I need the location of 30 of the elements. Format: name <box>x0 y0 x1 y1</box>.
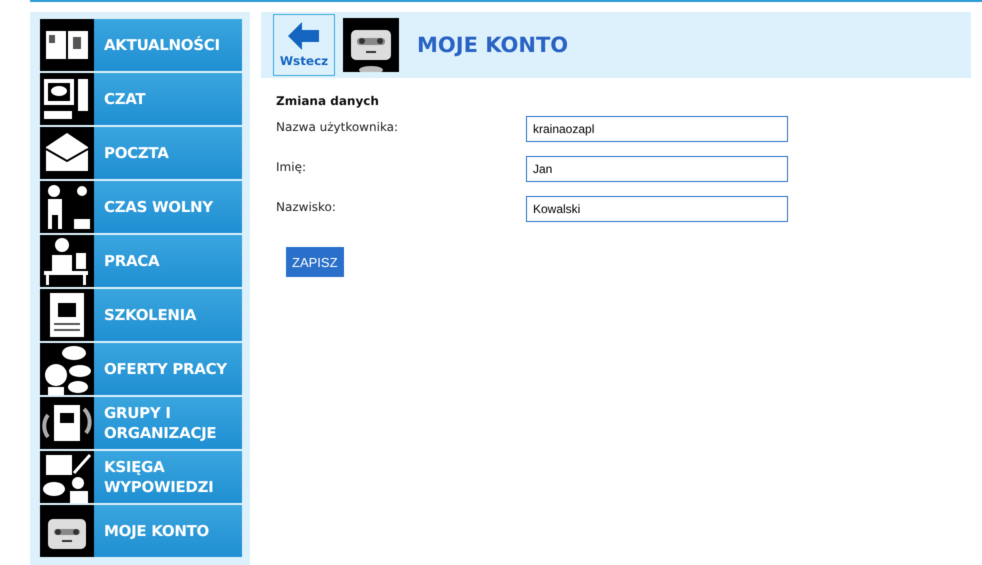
field-label: Nazwisko: <box>276 199 337 216</box>
newspaper-icon <box>40 19 94 71</box>
menu-item[interactable]: GRUPY I ORGANIZACJE <box>40 397 242 449</box>
document-icon <box>40 289 94 341</box>
field-label: Imię: <box>276 159 307 176</box>
field-label: Nazwa użytkownika: <box>276 119 400 136</box>
menu-item[interactable]: OFERTY PRACY <box>40 343 242 395</box>
menu-item[interactable]: CZAT <box>40 73 242 125</box>
desk-icon <box>40 235 94 287</box>
section-heading: Zmiana danych <box>276 94 380 108</box>
menu-item[interactable]: KSIĘGA WYPOWIEDZI <box>40 451 242 503</box>
documents-icon <box>40 397 94 449</box>
arrow-left-icon <box>288 22 320 50</box>
menu-item[interactable]: PRACA <box>40 235 242 287</box>
save-button[interactable]: ZAPISZ <box>286 247 344 277</box>
back-button[interactable]: Wstecz <box>273 14 335 76</box>
input-field[interactable]: Kowalski <box>526 196 788 222</box>
menu-item[interactable]: SZKOLENIA <box>40 289 242 341</box>
input-field[interactable]: Jan <box>526 156 788 182</box>
computer-icon <box>40 73 94 125</box>
menu-item[interactable]: AKTUALNOŚCI <box>40 19 242 71</box>
envelope-icon <box>40 127 94 179</box>
menu-item[interactable]: MOJE KONTO <box>40 505 242 557</box>
menu-item[interactable]: CZAS WOLNY <box>40 181 242 233</box>
page-title: MOJE KONTO <box>417 33 568 57</box>
menu-item[interactable]: POCZTA <box>40 127 242 179</box>
robot-icon <box>40 505 94 557</box>
robot-icon <box>343 18 399 72</box>
input-field[interactable]: krainaozapl <box>526 116 788 142</box>
person-icon <box>40 181 94 233</box>
